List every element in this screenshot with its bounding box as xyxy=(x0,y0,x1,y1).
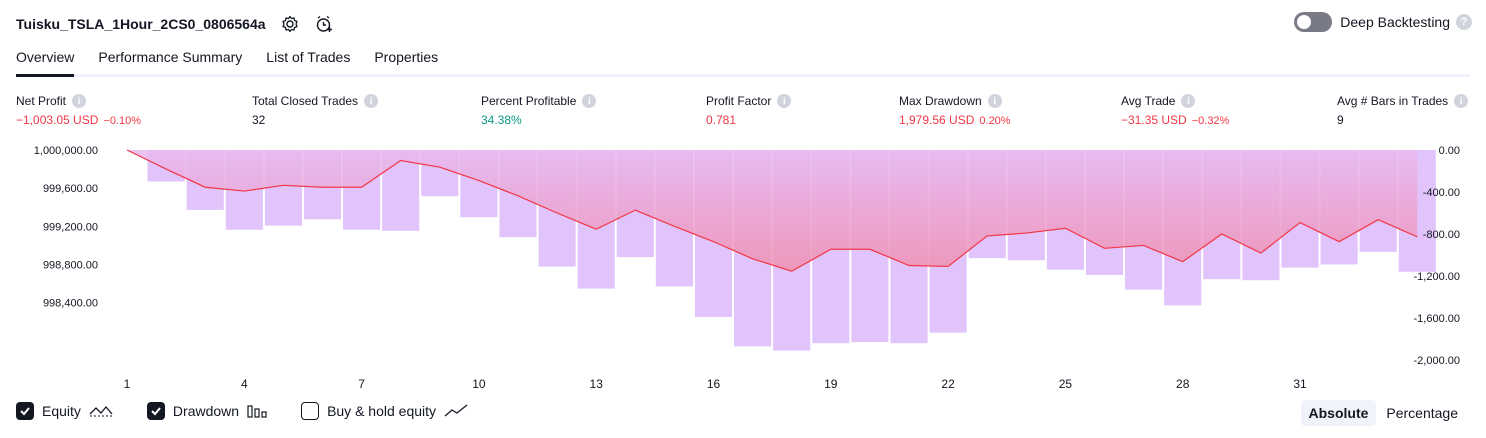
metric-label: Max Drawdown xyxy=(899,94,982,108)
metric-sub-value: −0.32% xyxy=(1191,115,1230,127)
deep-backtesting-toggle[interactable] xyxy=(1294,12,1333,32)
right-axis-tick-label: -800.00 xyxy=(1423,229,1460,241)
x-axis-tick-label: 22 xyxy=(941,377,955,391)
info-icon[interactable]: i xyxy=(364,94,379,108)
mode-absolute-button[interactable]: Absolute xyxy=(1300,400,1377,426)
legend-label: Equity xyxy=(42,403,81,419)
tab-overview[interactable]: Overview xyxy=(16,44,75,77)
info-icon[interactable]: i xyxy=(1181,94,1196,108)
metric-label: Total Closed Trades xyxy=(252,94,359,108)
chart-legend: Equity Drawdown Buy & hold equity xyxy=(16,402,502,420)
legend-buy-hold-equity[interactable]: Buy & hold equity xyxy=(301,402,468,420)
metric-avg-trade: Avg Trade i −31.35 USD −0.32% xyxy=(1121,92,1229,127)
metric-avg-bars-in-trades: Avg # Bars in Trades i 9 xyxy=(1337,92,1469,127)
deep-backtesting-label: Deep Backtesting xyxy=(1340,14,1450,30)
x-axis-tick-label: 28 xyxy=(1176,377,1190,391)
metric-sub-value: −0.10% xyxy=(103,115,142,127)
left-axis-tick-label: 1,000,000.00 xyxy=(34,145,98,157)
tab-list-of-trades[interactable]: List of Trades xyxy=(266,44,350,74)
right-axis-tick-label: -2,000.00 xyxy=(1414,355,1460,367)
tab-bar: Overview Performance Summary List of Tra… xyxy=(16,44,1470,77)
info-icon[interactable]: i xyxy=(582,94,597,108)
x-axis-tick-label: 16 xyxy=(707,377,721,391)
metric-label: Avg # Bars in Trades xyxy=(1337,94,1449,108)
x-axis-tick-label: 4 xyxy=(241,377,248,391)
metric-value: 34.38% xyxy=(481,113,522,127)
buy-hold-line-icon xyxy=(444,404,468,418)
metrics-row: Net Profit i −1,003.05 USD −0.10% Total Cl… xyxy=(0,92,1486,132)
header: Tuisku_TSLA_1Hour_2CS0_0806564a xyxy=(16,12,334,36)
strategy-title: Tuisku_TSLA_1Hour_2CS0_0806564a xyxy=(16,16,266,32)
tab-properties[interactable]: Properties xyxy=(374,44,438,74)
tab-performance-summary[interactable]: Performance Summary xyxy=(98,44,242,74)
x-axis-tick-label: 10 xyxy=(472,377,486,391)
metric-value: 0.781 xyxy=(706,113,737,127)
metric-net-profit: Net Profit i −1,003.05 USD −0.10% xyxy=(16,92,141,127)
metric-label: Profit Factor xyxy=(706,94,772,108)
metric-sub-value: 0.20% xyxy=(979,115,1011,127)
info-icon[interactable]: i xyxy=(1454,94,1469,108)
left-axis-tick-label: 998,800.00 xyxy=(43,260,98,272)
x-axis-tick-label: 31 xyxy=(1293,377,1307,391)
metric-percent-profitable: Percent Profitable i 34.38% xyxy=(481,92,597,127)
info-icon[interactable]: i xyxy=(987,94,1002,108)
metric-value: 32 xyxy=(252,113,266,127)
checkbox-checked[interactable] xyxy=(16,402,34,420)
help-icon[interactable]: ? xyxy=(1456,14,1472,30)
metric-value: 9 xyxy=(1337,113,1344,127)
left-axis-tick-label: 999,600.00 xyxy=(43,183,98,195)
checkbox-checked[interactable] xyxy=(146,402,165,420)
metric-label: Net Profit xyxy=(16,94,67,108)
legend-label: Drawdown xyxy=(172,403,240,419)
metric-label: Percent Profitable xyxy=(481,94,577,108)
equity-drawdown-chart[interactable]: 1,000,000.00 999,600.00 999,200.00 998,800.… xyxy=(0,140,1486,392)
metric-value: −31.35 USD xyxy=(1121,113,1187,127)
metric-total-closed-trades: Total Closed Trades i 32 xyxy=(252,92,379,127)
x-axis-tick-label: 7 xyxy=(358,377,365,391)
mode-percentage-button[interactable]: Percentage xyxy=(1378,400,1466,426)
display-mode-switch: Absolute Percentage xyxy=(1299,400,1467,426)
equity-line-icon xyxy=(89,404,113,418)
deep-backtesting: Deep Backtesting ? xyxy=(1294,12,1472,32)
left-axis-tick-label: 999,200.00 xyxy=(43,221,98,233)
legend-drawdown[interactable]: Drawdown xyxy=(146,402,267,420)
left-axis-tick-label: 998,400.00 xyxy=(43,298,98,310)
x-axis-tick-label: 13 xyxy=(590,377,604,391)
x-axis-tick-label: 25 xyxy=(1059,377,1073,391)
metric-label: Avg Trade xyxy=(1121,94,1176,108)
metric-value: −1,003.05 USD xyxy=(16,113,99,127)
x-axis-tick-label: 19 xyxy=(824,377,838,391)
info-icon[interactable]: i xyxy=(72,94,87,108)
checkbox-unchecked[interactable] xyxy=(301,402,320,420)
legend-equity[interactable]: Equity xyxy=(16,402,113,420)
right-axis-tick-label: 0.00 xyxy=(1439,145,1460,157)
metric-profit-factor: Profit Factor i 0.781 xyxy=(706,92,792,127)
drawdown-bars-icon xyxy=(247,404,267,418)
gear-icon[interactable] xyxy=(280,14,300,34)
metric-max-drawdown: Max Drawdown i 1,979.56 USD 0.20% xyxy=(899,92,1011,127)
metric-value: 1,979.56 USD xyxy=(899,113,975,127)
x-axis-tick-label: 1 xyxy=(124,377,131,391)
right-axis-tick-label: -1,600.00 xyxy=(1414,313,1460,325)
legend-label: Buy & hold equity xyxy=(327,403,437,419)
right-axis-tick-label: -1,200.00 xyxy=(1414,271,1460,283)
add-alert-icon[interactable] xyxy=(314,14,334,34)
right-axis-tick-label: -400.00 xyxy=(1423,187,1460,199)
toggle-knob xyxy=(1297,15,1312,29)
info-icon[interactable]: i xyxy=(777,94,792,108)
